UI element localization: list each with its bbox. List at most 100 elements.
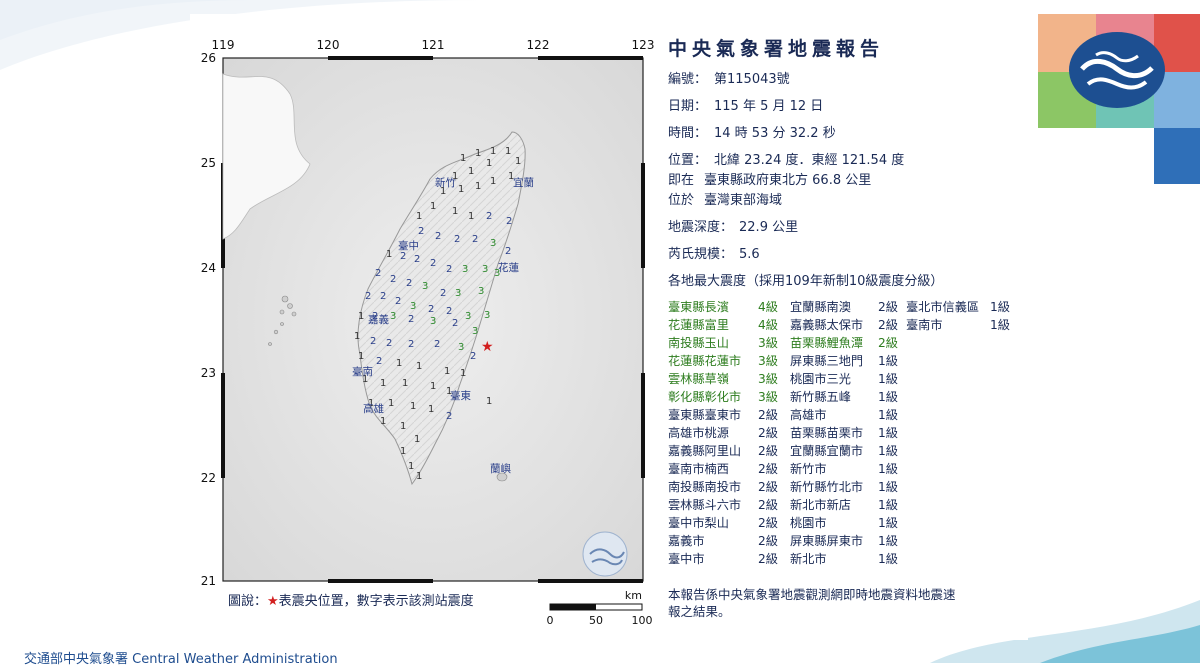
- report-depth: 地震深度： 22.9 公里: [668, 220, 799, 235]
- station-name: 臺中市梨山: [668, 516, 729, 530]
- station-marker: 1: [416, 471, 422, 482]
- station-intensity: 1級: [878, 444, 898, 458]
- star-icon: ★: [267, 594, 279, 609]
- station-name: 雲林縣草嶺: [668, 372, 729, 386]
- station-marker: 2: [395, 296, 401, 307]
- lon-tick-120: 120: [317, 38, 340, 52]
- station-marker: 1: [468, 211, 474, 222]
- station-marker: 1: [486, 396, 492, 407]
- station-name: 新竹縣竹北市: [790, 480, 864, 494]
- station-marker: 3: [482, 264, 488, 275]
- station-marker: 1: [486, 158, 492, 169]
- station-name: 臺中市: [668, 552, 705, 566]
- lon-tick-119: 119: [212, 38, 235, 52]
- station-marker: 2: [470, 351, 476, 362]
- station-intensity: 2級: [878, 318, 898, 332]
- station-name: 花蓮縣富里: [668, 318, 729, 332]
- city-label: 宜蘭: [513, 176, 534, 189]
- station-name: 嘉義市: [668, 534, 705, 548]
- station-name: 高雄市: [790, 408, 827, 422]
- city-label: 蘭嶼: [490, 462, 511, 475]
- lat-tick-26: 26: [201, 51, 216, 65]
- city-label: 臺東: [450, 389, 471, 402]
- station-marker: 1: [408, 461, 414, 472]
- report-panel: 119 120 121 122 123 26 25 24 23 22 21 11…: [190, 14, 1028, 640]
- station-marker: 1: [458, 184, 464, 195]
- station-marker: 1: [380, 378, 386, 389]
- station-name: 花蓮縣花蓮市: [668, 354, 742, 368]
- station-marker: 2: [376, 356, 382, 367]
- station-marker: 2: [430, 258, 436, 269]
- station-name: 臺北市信義區: [906, 300, 980, 314]
- footer: 交通部中央氣象署 Central Weather Administration: [24, 652, 338, 667]
- svg-text:50: 50: [589, 614, 603, 627]
- station-marker: 3: [465, 311, 471, 322]
- station-marker: 1: [402, 378, 408, 389]
- station-intensity: 2級: [878, 336, 898, 350]
- station-marker: 1: [354, 331, 360, 342]
- intensity-map: 119 120 121 122 123 26 25 24 23 22 21 11…: [201, 38, 655, 627]
- station-marker: 2: [446, 306, 452, 317]
- report-location: 位置： 北緯 23.24 度．東經 121.54 度: [668, 153, 905, 168]
- city-label: 臺南: [352, 365, 373, 378]
- station-marker: 1: [475, 148, 481, 159]
- station-intensity: 4級: [758, 300, 778, 314]
- station-marker: 1: [515, 156, 521, 167]
- epicenter-star: ★: [481, 339, 494, 355]
- station-intensity: 1級: [990, 318, 1010, 332]
- report-note: 本報告係中央氣象署地震觀測網即時地震資料地震速報之結果。: [668, 587, 956, 619]
- report-info: 中央氣象署地震報告 編號： 第115043號 日期： 115 年 5 月 12 日 …: [668, 34, 1018, 289]
- station-intensity: 2級: [758, 498, 778, 512]
- scale-bar: km 0 50 100: [547, 589, 653, 627]
- station-name: 彰化縣彰化市: [668, 390, 742, 404]
- station-intensity: 1級: [878, 372, 898, 386]
- station-intensity: 1級: [878, 552, 898, 566]
- station-marker: 2: [365, 291, 371, 302]
- map-legend: 圖說：★表震央位置，數字表示該測站震度: [228, 594, 474, 609]
- station-intensity: 3級: [758, 336, 778, 350]
- station-marker: 2: [434, 339, 440, 350]
- station-marker: 1: [358, 311, 364, 322]
- city-label: 臺中: [398, 239, 419, 252]
- lon-tick-123: 123: [632, 38, 655, 52]
- station-marker: 2: [446, 264, 452, 275]
- station-intensity: 1級: [878, 534, 898, 548]
- station-marker: 2: [440, 288, 446, 299]
- station-marker: 2: [408, 339, 414, 350]
- station-name: 臺南市: [906, 318, 943, 332]
- lon-tick-121: 121: [422, 38, 445, 52]
- station-marker: 3: [490, 238, 496, 249]
- lat-tick-25: 25: [201, 156, 216, 170]
- station-marker: 1: [428, 404, 434, 415]
- station-marker: 1: [400, 446, 406, 457]
- station-name: 苗栗縣鯉魚潭: [790, 336, 864, 350]
- station-marker: 3: [390, 311, 396, 322]
- station-name: 苗栗縣苗栗市: [790, 426, 864, 440]
- station-marker: 1: [400, 421, 406, 432]
- station-intensity: 1級: [878, 462, 898, 476]
- station-marker: 1: [490, 176, 496, 187]
- station-marker: 2: [452, 318, 458, 329]
- station-name: 南投縣玉山: [668, 336, 729, 350]
- station-intensity: 2級: [758, 516, 778, 530]
- station-name: 嘉義縣太保市: [790, 318, 864, 332]
- report-date: 日期： 115 年 5 月 12 日: [668, 99, 824, 114]
- station-marker: 3: [484, 310, 490, 321]
- station-marker: 2: [454, 234, 460, 245]
- station-intensity: 1級: [878, 390, 898, 404]
- station-marker: 3: [422, 281, 428, 292]
- station-marker: 1: [358, 351, 364, 362]
- station-name: 臺南市楠西: [668, 462, 729, 476]
- station-marker: 1: [430, 381, 436, 392]
- lat-tick-21: 21: [201, 574, 216, 588]
- station-marker: 1: [388, 398, 394, 409]
- station-name: 新北市: [790, 552, 827, 566]
- station-marker: 1: [460, 368, 466, 379]
- station-name: 新竹市: [790, 462, 827, 476]
- station-marker: 1: [430, 201, 436, 212]
- station-marker: 1: [380, 416, 386, 427]
- station-marker: 2: [390, 274, 396, 285]
- station-name: 宜蘭縣宜蘭市: [790, 444, 864, 458]
- station-marker: 2: [380, 291, 386, 302]
- station-marker: 1: [396, 358, 402, 369]
